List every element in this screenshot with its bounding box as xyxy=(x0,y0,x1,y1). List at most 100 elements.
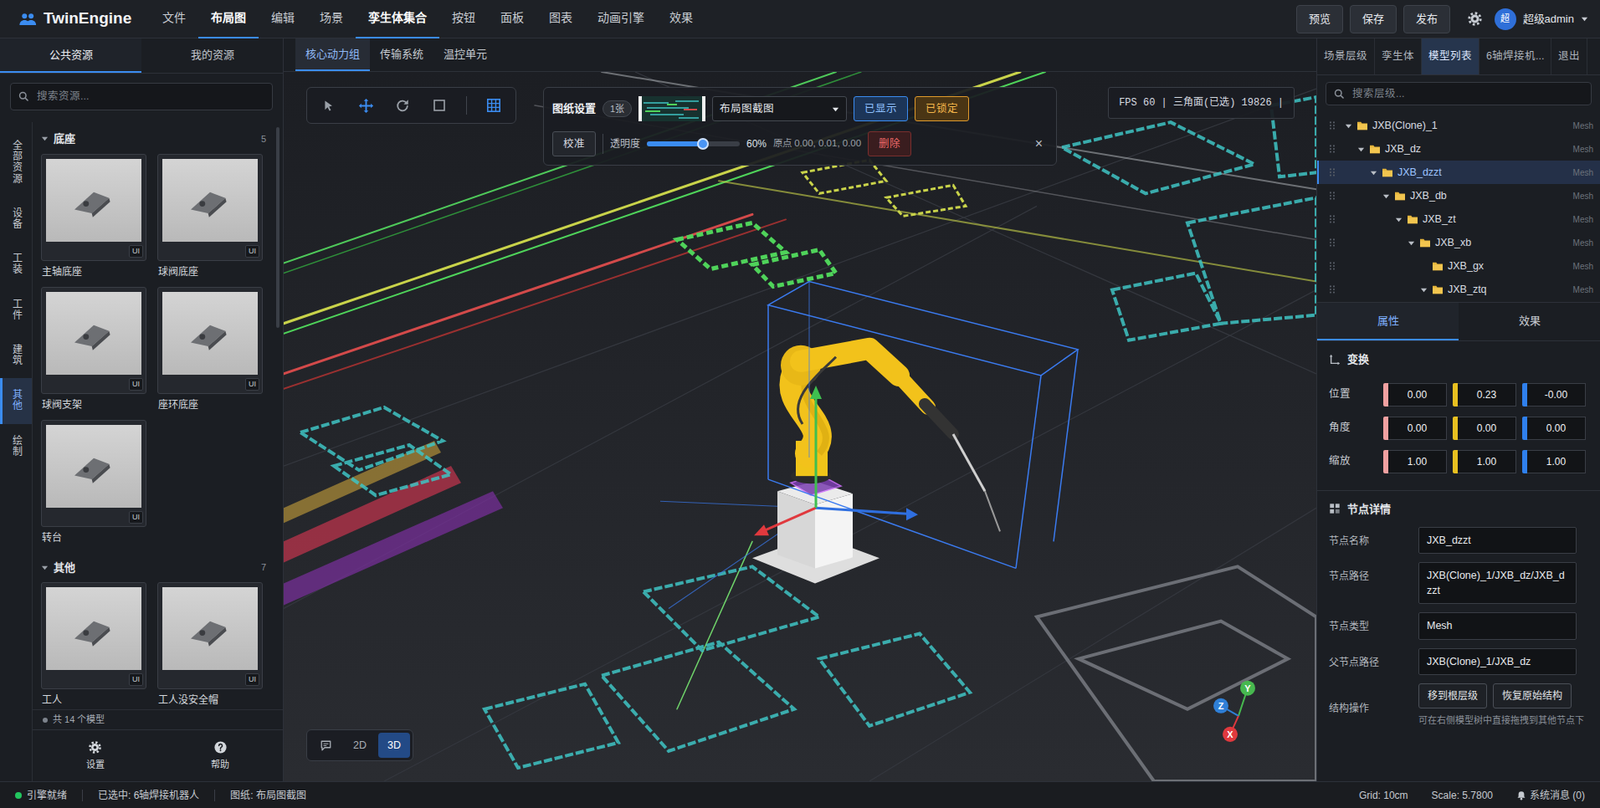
axis-dot[interactable] xyxy=(1240,681,1256,697)
number-field[interactable]: 0.00 xyxy=(1383,416,1447,441)
category-item[interactable]: 工装 xyxy=(0,241,32,288)
messages-button[interactable]: 系统消息 (0) xyxy=(1516,788,1585,804)
tree-row[interactable]: JXB_ztMesh xyxy=(1317,207,1600,231)
tree-row[interactable]: JXB_ztqMesh xyxy=(1317,277,1600,302)
number-value[interactable]: -0.00 xyxy=(1527,383,1586,407)
number-field[interactable]: 0.00 xyxy=(1522,416,1586,441)
menu-item[interactable]: 图表 xyxy=(536,0,585,39)
number-field[interactable]: 1.00 xyxy=(1383,450,1447,474)
number-field[interactable]: 0.00 xyxy=(1383,383,1447,407)
user-avatar[interactable]: 超 xyxy=(1494,8,1517,31)
asset-frame[interactable]: UI xyxy=(41,582,147,690)
category-item[interactable]: 其他 xyxy=(0,378,32,424)
number-value[interactable]: 0.00 xyxy=(1388,383,1447,407)
number-value[interactable]: 0.00 xyxy=(1388,416,1447,441)
scene-tab[interactable]: 传输系统 xyxy=(369,38,434,72)
close-button[interactable]: × xyxy=(1030,133,1048,154)
axis-dot[interactable] xyxy=(1222,727,1238,743)
section-header[interactable]: 底座5 xyxy=(32,122,283,154)
calibrate-button[interactable]: 校准 xyxy=(552,131,596,157)
ops-button[interactable]: 恢复原始结构 xyxy=(1492,683,1572,709)
viewport[interactable]: YZX 图纸设置1张布局图截图已显示已锁定校准透明度60%原点 0.00, 0.… xyxy=(283,71,1317,782)
axis-dot[interactable] xyxy=(1213,698,1229,714)
help-button[interactable]: 帮助 xyxy=(158,730,284,782)
number-value[interactable]: 0.23 xyxy=(1457,383,1517,407)
number-field[interactable]: -0.00 xyxy=(1522,383,1586,407)
settings-button[interactable]: 设置 xyxy=(32,730,159,782)
menu-item[interactable]: 孪生体集合 xyxy=(355,0,440,39)
asset-card[interactable]: UI球阀支架 xyxy=(41,287,147,419)
action-button[interactable]: 保存 xyxy=(1349,5,1397,34)
search-input[interactable] xyxy=(35,87,265,106)
tree-row[interactable]: JXB_dzMesh xyxy=(1317,137,1600,161)
action-button[interactable]: 发布 xyxy=(1403,5,1451,34)
resource-tab[interactable]: 公共资源 xyxy=(0,38,142,73)
drawing-select[interactable]: 布局图截图 xyxy=(712,96,847,122)
category-item[interactable]: 全部资源 xyxy=(0,128,32,197)
asset-frame[interactable]: UI xyxy=(41,420,147,528)
scrollbar[interactable] xyxy=(276,127,280,329)
expand-caret-icon[interactable] xyxy=(1419,286,1428,294)
menu-item[interactable]: 动画引擎 xyxy=(584,0,657,39)
asset-card[interactable]: UI球阀底座 xyxy=(157,153,263,286)
asset-frame[interactable]: UI xyxy=(41,153,147,262)
view-mode-button[interactable]: 3D xyxy=(378,733,411,759)
scene-canvas[interactable]: YZX xyxy=(283,71,1317,782)
expand-caret-icon[interactable] xyxy=(1369,169,1378,177)
number-field[interactable]: 1.00 xyxy=(1522,450,1586,474)
rotate-tool[interactable] xyxy=(387,92,418,119)
tree-row[interactable]: JXB_dbMesh xyxy=(1317,184,1600,208)
ops-button[interactable]: 移到根层级 xyxy=(1418,683,1488,709)
tree-row[interactable]: JXB_gxMesh xyxy=(1317,254,1600,278)
inspector-tab[interactable]: 退出 xyxy=(1551,38,1588,75)
category-item[interactable]: 绘制 xyxy=(0,424,32,470)
scale-tool[interactable] xyxy=(424,92,455,119)
scene-tab[interactable]: 核心动力组 xyxy=(295,38,370,72)
category-item[interactable]: 建筑 xyxy=(0,333,32,379)
asset-frame[interactable]: UI xyxy=(157,287,263,395)
slider-thumb[interactable] xyxy=(697,138,709,150)
category-item[interactable]: 工件 xyxy=(0,287,32,334)
category-item[interactable]: 设备 xyxy=(0,196,32,242)
menu-item[interactable]: 按钮 xyxy=(439,0,488,39)
menu-item[interactable]: 编辑 xyxy=(258,0,308,39)
search-input[interactable] xyxy=(1350,85,1584,103)
resource-tab[interactable]: 我的资源 xyxy=(141,38,283,73)
section-header[interactable]: 其他7 xyxy=(32,551,283,584)
opacity-slider[interactable] xyxy=(646,141,740,147)
inspector-tab[interactable]: 模型列表 xyxy=(1421,38,1480,75)
number-value[interactable]: 0.00 xyxy=(1527,416,1586,441)
gear-icon[interactable] xyxy=(1466,10,1483,27)
number-field[interactable]: 1.00 xyxy=(1452,450,1517,474)
expand-caret-icon[interactable] xyxy=(1343,122,1353,130)
property-tab[interactable]: 属性 xyxy=(1317,302,1459,341)
annotation-button[interactable] xyxy=(309,733,342,759)
expand-caret-icon[interactable] xyxy=(1381,192,1390,200)
property-tab[interactable]: 效果 xyxy=(1458,302,1600,341)
select-tool[interactable] xyxy=(313,92,344,119)
number-value[interactable]: 1.00 xyxy=(1527,450,1586,474)
inspector-tab[interactable]: 6轴焊接机... xyxy=(1479,38,1552,75)
lock-toggle[interactable]: 已锁定 xyxy=(914,96,970,122)
detail-value[interactable]: JXB_dzzt xyxy=(1418,527,1577,554)
asset-frame[interactable]: UI xyxy=(157,582,263,690)
asset-card[interactable]: UI座环底座 xyxy=(157,287,263,419)
asset-card[interactable]: UI主轴底座 xyxy=(41,153,147,286)
asset-card[interactable]: UI工人 xyxy=(41,582,147,710)
user-name[interactable]: 超级admin xyxy=(1523,10,1575,28)
expand-caret-icon[interactable] xyxy=(1394,215,1403,224)
detail-value[interactable]: Mesh xyxy=(1418,612,1577,640)
menu-item[interactable]: 文件 xyxy=(149,0,199,39)
tree-row[interactable]: JXB(Clone)_1Mesh xyxy=(1317,113,1600,138)
number-field[interactable]: 0.00 xyxy=(1452,416,1517,441)
drawing-thumbnail[interactable] xyxy=(638,96,706,122)
inspector-tab[interactable]: 孪生体 xyxy=(1374,38,1422,75)
menu-item[interactable]: 布局图 xyxy=(198,0,259,39)
detail-value[interactable]: JXB(Clone)_1/JXB_dz/JXB_dzzt xyxy=(1418,562,1577,605)
menu-item[interactable]: 面板 xyxy=(487,0,537,39)
number-value[interactable]: 0.00 xyxy=(1457,416,1517,441)
expand-caret-icon[interactable] xyxy=(1406,239,1416,247)
detail-value[interactable]: JXB(Clone)_1/JXB_dz xyxy=(1418,648,1577,676)
number-value[interactable]: 1.00 xyxy=(1388,450,1447,474)
asset-card[interactable]: UI转台 xyxy=(41,420,147,552)
